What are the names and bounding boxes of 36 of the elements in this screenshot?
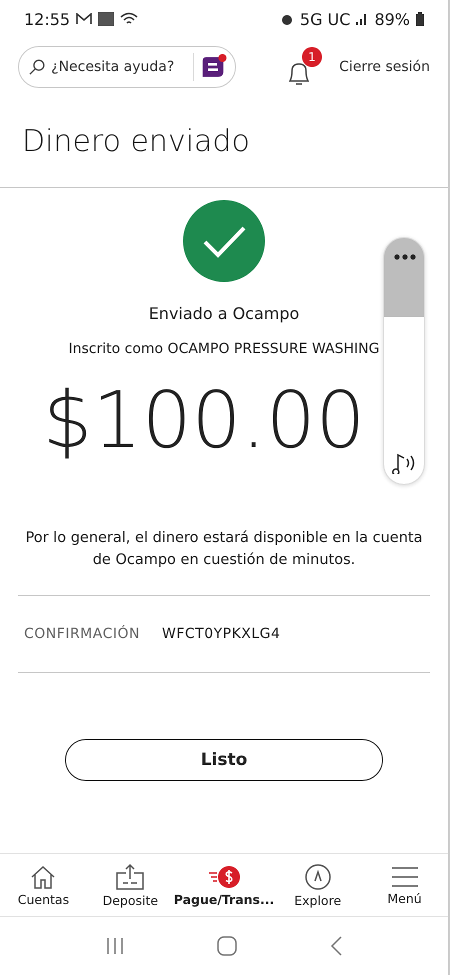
menu-icon (390, 864, 419, 888)
success-check-icon (183, 200, 265, 282)
battery-percent: 89% (374, 10, 410, 28)
network-label: 5G UC (300, 10, 350, 28)
confirmation-label: CONFIRMACIÓN (24, 626, 140, 642)
recipient-text: Enviado a Ocampo (148, 304, 300, 323)
mail-icon (76, 13, 92, 25)
nav-tab[interactable]: Deposite (86, 854, 174, 916)
enrolled-name-text: Inscrito como OCAMPO PRESSURE WASHING (68, 341, 380, 357)
battery-icon (416, 12, 424, 26)
check-deposit-icon (115, 862, 146, 890)
home-icon (29, 864, 58, 890)
home-button-icon[interactable] (216, 936, 237, 956)
recent-apps-icon[interactable] (106, 937, 124, 955)
more-options-icon[interactable] (394, 254, 416, 260)
signal-icon (356, 13, 368, 25)
dollar-send-icon (207, 864, 241, 890)
confirmation-number: WFCT0YPKXLG4 (162, 626, 280, 642)
back-icon[interactable] (330, 936, 342, 956)
compass-icon (304, 862, 332, 890)
page-title: Dinero enviado (0, 96, 448, 188)
amount-text: $100.00 (42, 375, 366, 468)
done-button[interactable]: Listo (65, 739, 383, 781)
nav-tab[interactable]: Cuentas (0, 854, 87, 916)
help-search-field[interactable]: ¿Necesita ayuda? (18, 46, 236, 88)
nav-tab[interactable]: Explore (274, 854, 362, 916)
wifi-icon (120, 12, 138, 26)
notifications-button[interactable]: 1 (286, 47, 326, 87)
search-icon (29, 58, 46, 76)
status-time: 12:55 (24, 10, 70, 28)
volume-slider[interactable] (383, 237, 425, 485)
logout-link[interactable]: Cierre sesión (339, 59, 430, 75)
nav-tab[interactable]: Menú (361, 854, 448, 916)
availability-note: Por lo general, el dinero estará disponible en la cuenta de Ocampo en cuestión de minutos. (24, 529, 424, 570)
nav-tab[interactable]: Pague/Trans... (174, 854, 274, 916)
notification-badge: 1 (302, 47, 322, 67)
